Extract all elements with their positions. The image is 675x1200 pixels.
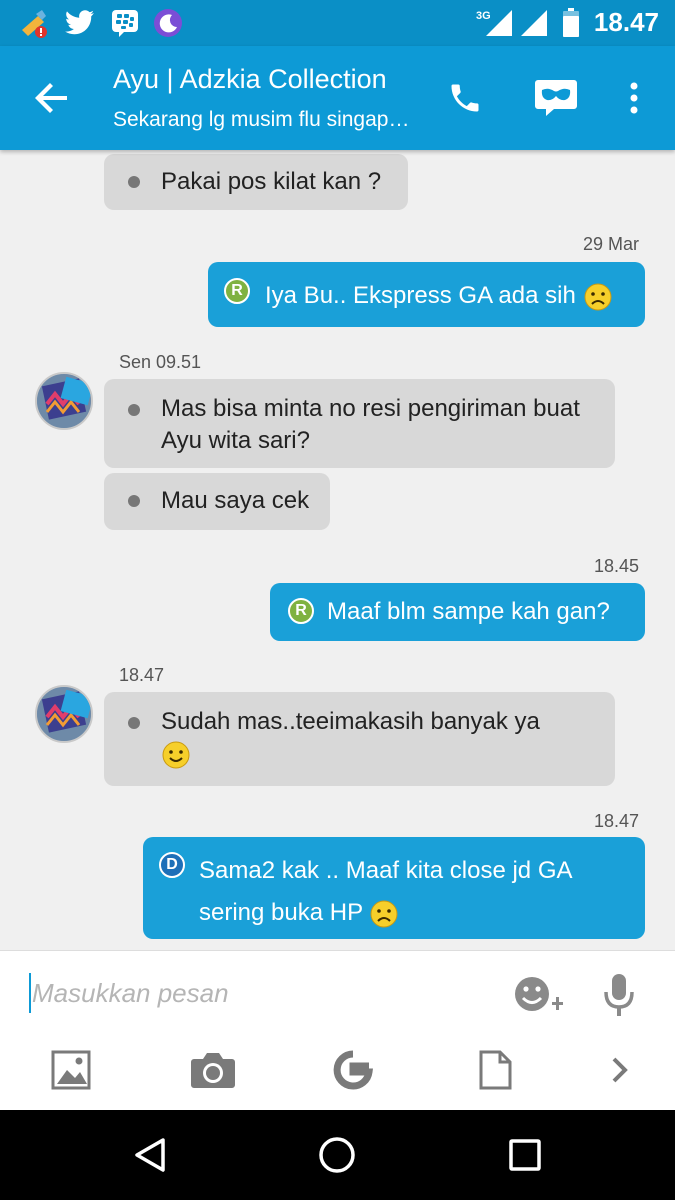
contact-avatar[interactable] [35, 372, 93, 430]
chat-area[interactable]: Pakai pos kilat kan ? 29 Mar R Iya Bu.. … [0, 150, 675, 950]
message-timestamp: 18.47 [594, 811, 640, 831]
image-icon [51, 1050, 91, 1090]
smile-face-icon [162, 741, 190, 769]
nav-recents-icon [509, 1139, 541, 1171]
message-bubble-incoming[interactable]: Mas bisa minta no resi pengiriman buat A… [104, 379, 615, 468]
message-timestamp: 18.45 [594, 556, 640, 576]
bbm-video-button[interactable] [532, 74, 580, 122]
bbm-icon [110, 8, 140, 38]
voice-input-button[interactable] [596, 969, 642, 1021]
message-input[interactable] [32, 971, 462, 1015]
message-bubble-incoming[interactable]: Sudah mas..teeimakasih banyak ya [104, 692, 615, 786]
emoji-add-icon [515, 977, 563, 1011]
message-text: Iya Bu.. Ekspress GA ada sih [265, 282, 576, 309]
nav-recents-button[interactable] [500, 1130, 550, 1180]
bbm-video-icon [535, 80, 577, 116]
microphone-icon [604, 974, 634, 1016]
document-icon [479, 1050, 512, 1090]
chat-subtitle: Sekarang lg musim flu singapura [113, 108, 413, 131]
message-text: Mas bisa minta no resi pengiriman buat A… [161, 395, 580, 454]
more-options-button[interactable] [610, 74, 658, 122]
message-bubble-incoming[interactable]: Mau saya cek [104, 473, 330, 530]
sad-face-icon [584, 283, 611, 311]
app-bar: Ayu | Adzkia Collection Sekarang lg musi… [0, 46, 675, 150]
message-bubble-outgoing[interactable]: R Maaf blm sampe kah gan? [270, 583, 645, 641]
chevron-right-icon [612, 1057, 628, 1083]
arrow-back-icon [35, 83, 67, 113]
nav-back-icon [135, 1138, 165, 1172]
status-dot [128, 717, 140, 729]
status-dot [128, 495, 140, 507]
composer [0, 950, 675, 1110]
signal-icon [518, 8, 550, 38]
message-timestamp: Sen 09.51 [119, 352, 202, 372]
status-bar: 3G 18.47 [0, 0, 675, 46]
read-receipt-icon: R [224, 278, 250, 304]
message-text: Maaf blm sampe kah gan? [327, 598, 610, 625]
back-button[interactable] [28, 74, 76, 122]
attach-file-button[interactable] [472, 1047, 518, 1093]
status-time: 18.47 [593, 7, 659, 37]
status-dot [128, 404, 140, 416]
google-icon [333, 1050, 373, 1090]
emoji-add-button[interactable] [510, 971, 566, 1019]
more-tools-button[interactable] [600, 1047, 640, 1093]
nav-home-icon [319, 1137, 355, 1173]
nav-back-button[interactable] [125, 1130, 175, 1180]
message-timestamp: 29 Mar [583, 234, 640, 254]
camera-icon [191, 1053, 235, 1088]
contact-avatar[interactable] [35, 685, 93, 743]
call-button[interactable] [441, 74, 489, 122]
message-text: Pakai pos kilat kan ? [161, 168, 382, 195]
message-timestamp: 18.47 [119, 665, 165, 685]
status-dot [128, 176, 140, 188]
system-nav-bar [0, 1110, 675, 1200]
read-receipt-icon: R [288, 598, 314, 624]
message-bubble-incoming[interactable]: Pakai pos kilat kan ? [104, 154, 408, 210]
google-button[interactable] [330, 1047, 376, 1093]
more-icon [630, 82, 638, 114]
sad-face-icon [370, 900, 398, 928]
camera-button[interactable] [188, 1047, 238, 1093]
nav-home-button[interactable] [312, 1130, 362, 1180]
text-cursor [29, 973, 31, 1013]
cleaner-icon [16, 8, 52, 38]
message-bubble-outgoing[interactable]: R Iya Bu.. Ekspress GA ada sih [208, 262, 645, 327]
message-text: Sudah mas..teeimakasih banyak ya [161, 708, 540, 735]
message-bubble-outgoing[interactable]: D Sama2 kak .. Maaf kita close jd GA ser… [143, 837, 645, 939]
chat-title[interactable]: Ayu | Adzkia Collection [113, 64, 413, 95]
moon-app-icon [152, 8, 184, 38]
delivered-receipt-icon: D [159, 852, 185, 878]
twitter-icon [64, 8, 96, 38]
phone-icon [451, 84, 479, 112]
svg-text:3G: 3G [476, 10, 491, 22]
gallery-button[interactable] [48, 1047, 94, 1093]
message-text: Mau saya cek [161, 487, 310, 514]
battery-icon [560, 8, 582, 38]
signal-3g-icon: 3G [474, 8, 514, 38]
